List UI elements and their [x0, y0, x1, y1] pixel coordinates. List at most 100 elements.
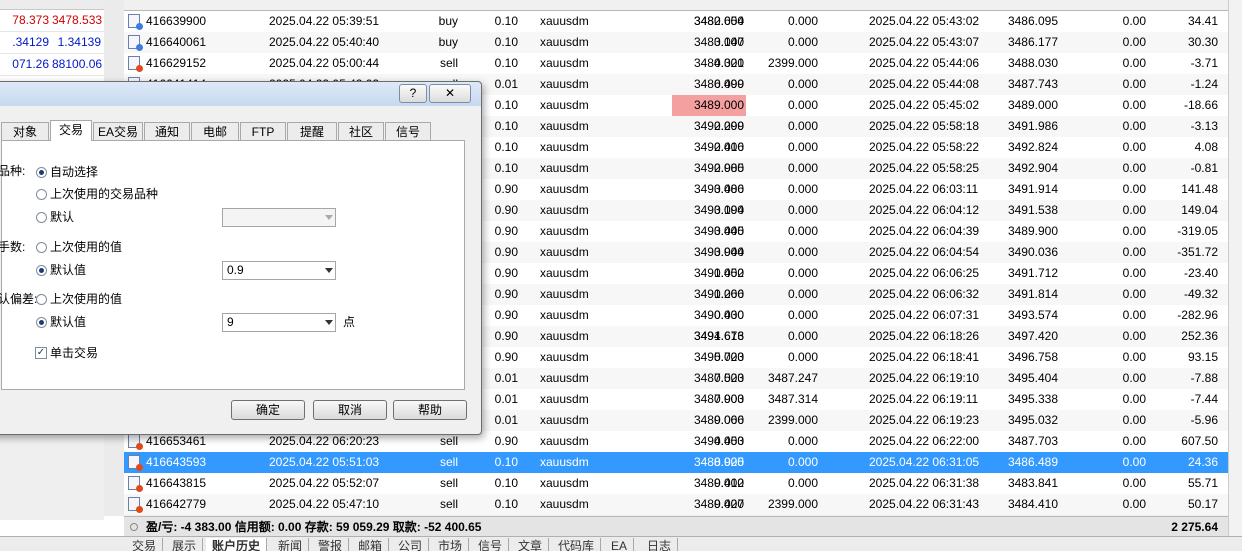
terminal-tab[interactable]: 日志: [641, 538, 679, 551]
symbol-auto-label: 自动选择: [50, 165, 99, 179]
symbol-last-radio[interactable]: [36, 189, 47, 200]
cell-tp: 0.000: [787, 98, 818, 112]
cell-symbol: xauusdm: [540, 266, 589, 280]
cell-commission: 0.00: [1122, 413, 1146, 427]
cell-profit: -7.44: [1190, 392, 1218, 406]
vertical-scrollbar[interactable]: [1228, 0, 1242, 536]
cell-sl: 0.000: [713, 245, 744, 259]
lots-last-radio[interactable]: [36, 242, 47, 253]
deviation-select[interactable]: 9: [222, 313, 336, 332]
terminal-tab[interactable]: 新闻: [272, 538, 310, 551]
cell-profit: 4.08: [1194, 140, 1218, 154]
cell-symbol: xauusdm: [540, 287, 589, 301]
cell-profit: 24.36: [1187, 455, 1218, 469]
cell-volume: 0.10: [494, 455, 518, 469]
terminal-tab[interactable]: 交易: [126, 538, 164, 551]
terminal-tab[interactable]: 市场: [432, 538, 470, 551]
dialog-tab[interactable]: 通知: [144, 122, 190, 140]
deviation-last-radio[interactable]: [36, 294, 47, 305]
cell-close-time: 2025.04.22 05:44:06: [869, 56, 980, 70]
deviation-default-label: 默认值: [50, 315, 87, 329]
cell-sl: 0.000: [713, 119, 744, 133]
cell-volume: 0.10: [494, 35, 518, 49]
table-row[interactable]: 416629152 2025.04.22 05:00:44 sell 0.10 xauu…: [124, 53, 1228, 75]
cell-close-time: 2025.04.22 06:19:10: [869, 371, 980, 385]
ok-button[interactable]: 确定: [231, 400, 305, 420]
table-row[interactable]: 416639900 2025.04.22 05:39:51 buy 0.10 xauus…: [124, 11, 1228, 33]
cell-close-time: 2025.04.22 06:31:05: [869, 455, 980, 469]
cell-tp: 0.000: [787, 224, 818, 238]
cell-tp: 0.000: [787, 455, 818, 469]
dialog-tab[interactable]: 社区: [338, 122, 384, 140]
dialog-tab[interactable]: 信号: [385, 122, 431, 140]
symbol-auto-radio[interactable]: [36, 167, 47, 178]
cell-ticket: 416639900: [146, 14, 207, 28]
terminal-tab[interactable]: 信号: [472, 538, 510, 551]
chevron-down-icon: [325, 215, 333, 220]
terminal-tab[interactable]: 展示: [166, 538, 204, 551]
cell-commission: 0.00: [1122, 245, 1146, 259]
quote-bid: .34129: [12, 35, 49, 49]
terminal-tab[interactable]: 邮箱: [352, 538, 390, 551]
lots-default-radio[interactable]: [36, 265, 47, 276]
cell-symbol: xauusdm: [540, 434, 589, 448]
dialog-tab[interactable]: EA交易: [93, 122, 143, 140]
cancel-button[interactable]: 取消: [313, 400, 387, 420]
cell-close-time: 2025.04.22 06:31:43: [869, 497, 980, 511]
help-button[interactable]: 帮助: [393, 400, 467, 420]
deviation-value: 9: [227, 315, 234, 329]
quote-row[interactable]: 78.373 3478.533: [0, 10, 104, 32]
dialog-titlebar[interactable]: ? ✕: [0, 82, 481, 106]
dialog-tab[interactable]: 电邮: [191, 122, 239, 140]
cell-open-time: 2025.04.22 05:40:40: [269, 35, 380, 49]
terminal-tab[interactable]: 警报: [312, 538, 350, 551]
cell-tp: 3487.314: [767, 392, 818, 406]
terminal-tab[interactable]: EA: [605, 538, 635, 551]
cell-close-time: 2025.04.22 05:43:07: [869, 35, 980, 49]
cell-tp: 0.000: [787, 434, 818, 448]
lots-select[interactable]: 0.9: [222, 261, 336, 280]
cell-profit: 30.30: [1187, 35, 1218, 49]
deviation-last-label: 上次使用的值: [50, 292, 123, 306]
close-icon[interactable]: ✕: [429, 84, 471, 103]
cell-sl: 3480.000: [693, 14, 744, 28]
table-row[interactable]: 416640061 2025.04.22 05:40:40 buy 0.10 xauus…: [124, 32, 1228, 54]
cell-symbol: xauusdm: [540, 308, 589, 322]
cell-symbol: xauusdm: [540, 56, 589, 70]
cell-sl: 0.000: [713, 350, 744, 364]
cell-sl: 0.000: [713, 224, 744, 238]
table-row[interactable]: 416642779 2025.04.22 05:47:10 sell 0.10 xauu…: [124, 494, 1228, 516]
cell-symbol: xauusdm: [540, 182, 589, 196]
terminal-tab[interactable]: 文章: [512, 538, 550, 551]
terminal-tab[interactable]: 公司: [392, 538, 430, 551]
dialog-tab[interactable]: 提醒: [287, 122, 337, 140]
cell-close-price: 3496.758: [1007, 350, 1058, 364]
terminal-tab[interactable]: 账户历史: [206, 538, 268, 551]
dialog-tab[interactable]: 交易: [50, 120, 92, 141]
symbol-default-radio[interactable]: [36, 212, 47, 223]
cell-close-time: 2025.04.22 06:31:38: [869, 476, 980, 490]
cell-profit: 93.15: [1187, 350, 1218, 364]
cell-close-price: 3488.030: [1007, 56, 1058, 70]
symbol-default-label: 默认: [50, 210, 75, 224]
table-row[interactable]: 416643593 2025.04.22 05:51:03 sell 0.10 xauu…: [124, 452, 1228, 474]
dialog-tab[interactable]: 对象: [1, 122, 49, 140]
history-summary-bar: 盈/亏: -4 383.00 信用额: 0.00 存款: 59 059.29 取…: [124, 516, 1228, 537]
symbol-select[interactable]: [222, 208, 336, 227]
cell-profit: 34.41: [1187, 14, 1218, 28]
quote-row[interactable]: .34129 1.34139: [0, 32, 104, 54]
dialog-tab[interactable]: FTP: [240, 122, 286, 140]
table-row[interactable]: 416643815 2025.04.22 05:52:07 sell 0.10 xauu…: [124, 473, 1228, 495]
cell-close-price: 3495.404: [1007, 371, 1058, 385]
help-icon[interactable]: ?: [399, 84, 427, 103]
deviation-default-radio[interactable]: [36, 317, 47, 328]
oneclick-checkbox[interactable]: ✓: [35, 347, 47, 359]
quote-row[interactable]: 071.26 88100.06: [0, 54, 104, 76]
terminal-tab[interactable]: 代码库: [552, 538, 602, 551]
cell-profit: -1.24: [1190, 77, 1218, 91]
cell-volume: 0.10: [494, 497, 518, 511]
cell-sl: 3489.000: [672, 95, 746, 116]
chevron-down-icon: [325, 268, 333, 273]
cell-symbol: xauusdm: [540, 119, 589, 133]
market-watch-header: [0, 0, 104, 10]
